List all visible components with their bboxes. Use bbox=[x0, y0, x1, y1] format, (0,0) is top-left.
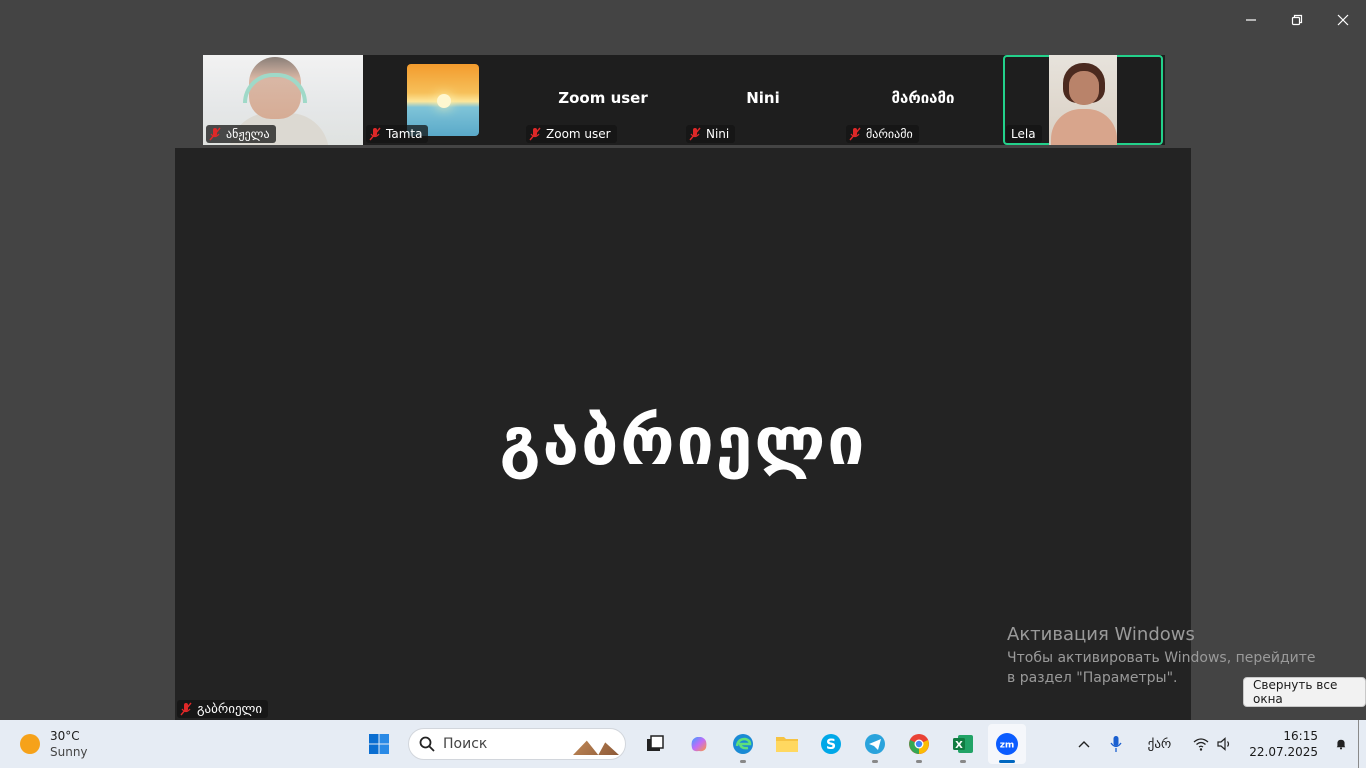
microphone-tray-button[interactable] bbox=[1098, 720, 1134, 768]
excel-button[interactable]: X bbox=[944, 724, 982, 764]
tray-overflow-button[interactable] bbox=[1070, 720, 1098, 768]
minimize-button[interactable] bbox=[1228, 0, 1274, 40]
mic-off-icon bbox=[209, 127, 221, 141]
restore-icon bbox=[1291, 14, 1303, 26]
telegram-icon bbox=[865, 734, 885, 754]
window-controls bbox=[1228, 0, 1366, 40]
show-desktop-button[interactable] bbox=[1358, 720, 1366, 768]
search-highlight-image bbox=[573, 740, 619, 755]
windows-logo-icon bbox=[369, 734, 389, 754]
activation-title: Активация Windows bbox=[1007, 624, 1195, 645]
svg-text:zm: zm bbox=[1000, 741, 1015, 751]
network-volume-button[interactable] bbox=[1185, 720, 1241, 768]
participant-strip: ანჟელა Tamta Zoom user Zoom user Nini Ni… bbox=[203, 55, 1165, 145]
participant-name: მარიამი bbox=[866, 127, 913, 141]
excel-icon: X bbox=[953, 735, 973, 753]
participant-tile[interactable]: ანჟელა bbox=[203, 55, 363, 145]
participant-display-name: მარიამი bbox=[891, 89, 955, 107]
weather-condition: Sunny bbox=[50, 745, 88, 759]
telegram-button[interactable] bbox=[856, 724, 894, 764]
svg-text:S: S bbox=[826, 737, 836, 753]
wifi-icon bbox=[1193, 738, 1209, 751]
svg-text:X: X bbox=[955, 740, 963, 751]
weather-widget[interactable]: 30°C Sunny bbox=[20, 728, 88, 760]
participant-name-chip: Tamta bbox=[366, 125, 429, 143]
close-icon bbox=[1337, 14, 1349, 26]
participant-name-chip: ანჟელა bbox=[206, 125, 276, 143]
participant-tile[interactable]: Zoom user Zoom user bbox=[523, 55, 683, 145]
language-indicator[interactable]: ქარ bbox=[1134, 720, 1186, 768]
mic-off-icon bbox=[689, 127, 701, 141]
task-view-icon bbox=[647, 735, 664, 751]
search-placeholder: Поиск bbox=[443, 736, 488, 752]
participant-name: ანჟელა bbox=[226, 127, 270, 141]
clock[interactable]: 16:15 22.07.2025 bbox=[1241, 728, 1328, 760]
participant-name-chip: Zoom user bbox=[526, 125, 617, 143]
notification-bell-icon bbox=[1336, 739, 1346, 750]
notifications-button[interactable] bbox=[1328, 720, 1354, 768]
close-button[interactable] bbox=[1320, 0, 1366, 40]
folder-icon bbox=[776, 737, 798, 752]
participant-name: Zoom user bbox=[546, 127, 611, 141]
skype-icon: S bbox=[821, 734, 841, 754]
show-desktop-tooltip: Свернуть все окна bbox=[1243, 677, 1366, 707]
mic-off-icon bbox=[369, 127, 381, 141]
zoom-icon: zm bbox=[996, 733, 1018, 755]
participant-tile[interactable]: Tamta bbox=[363, 55, 523, 145]
main-speaker-name-chip: გაბრიელი bbox=[177, 700, 269, 718]
copilot-button[interactable] bbox=[680, 724, 718, 764]
participant-name-chip: მარიამი bbox=[846, 125, 919, 143]
volume-icon bbox=[1217, 737, 1230, 751]
participant-display-name: Nini bbox=[746, 89, 780, 107]
taskbar: 30°C Sunny Поиск S X zm ქარ 16:15 22.07.… bbox=[0, 720, 1366, 768]
file-explorer-button[interactable] bbox=[768, 724, 806, 764]
minimize-icon bbox=[1246, 19, 1256, 21]
edge-button[interactable] bbox=[724, 724, 762, 764]
clock-date: 22.07.2025 bbox=[1249, 745, 1318, 759]
mic-off-icon bbox=[180, 702, 192, 716]
participant-tile[interactable]: Nini Nini bbox=[683, 55, 843, 145]
sun-icon bbox=[20, 734, 40, 754]
participant-name-chip: Lela bbox=[1006, 125, 1042, 143]
mic-off-icon bbox=[849, 127, 861, 141]
weather-temp: 30°C bbox=[50, 729, 80, 743]
main-speaker-name: გაბრიელი bbox=[499, 403, 867, 480]
system-tray: ქარ 16:15 22.07.2025 bbox=[1070, 720, 1366, 768]
microphone-icon bbox=[1110, 736, 1122, 752]
edge-icon bbox=[733, 734, 753, 754]
participant-display-name: Zoom user bbox=[558, 89, 648, 107]
clock-time: 16:15 bbox=[1283, 729, 1318, 743]
search-icon bbox=[419, 736, 435, 752]
participant-name-chip: Nini bbox=[686, 125, 736, 143]
start-button[interactable] bbox=[360, 724, 398, 764]
participant-tile-active[interactable]: Lela bbox=[1003, 55, 1163, 145]
participant-name: Nini bbox=[706, 127, 730, 141]
zoom-button[interactable]: zm bbox=[988, 724, 1026, 764]
chrome-icon bbox=[909, 734, 929, 754]
taskbar-apps: Поиск S X zm bbox=[360, 724, 1026, 764]
participant-video bbox=[1049, 55, 1117, 145]
restore-button[interactable] bbox=[1274, 0, 1320, 40]
mic-off-icon bbox=[529, 127, 541, 141]
taskbar-search[interactable]: Поиск bbox=[408, 728, 626, 760]
skype-button[interactable]: S bbox=[812, 724, 850, 764]
task-view-button[interactable] bbox=[636, 724, 674, 764]
participant-tile[interactable]: მარიამი მარიამი bbox=[843, 55, 1003, 145]
participant-name: Lela bbox=[1011, 127, 1036, 141]
participant-name: Tamta bbox=[386, 127, 423, 141]
chrome-button[interactable] bbox=[900, 724, 938, 764]
main-speaker-chip-label: გაბრიელი bbox=[197, 701, 263, 717]
copilot-icon bbox=[691, 737, 707, 752]
chevron-up-icon bbox=[1078, 741, 1090, 748]
